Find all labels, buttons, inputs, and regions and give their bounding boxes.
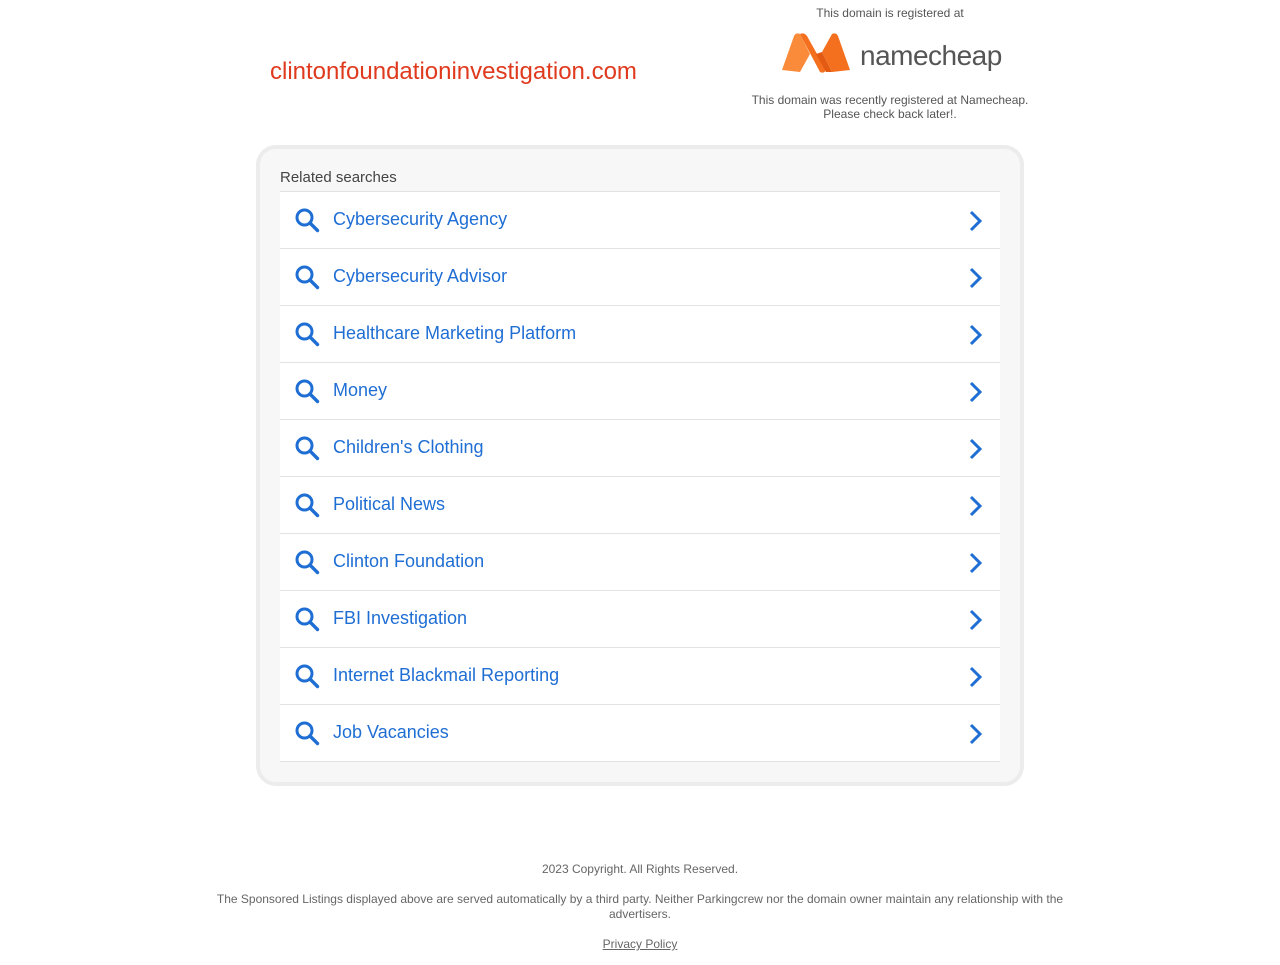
related-search-row[interactable]: FBI Investigation xyxy=(280,591,1000,648)
privacy-policy: Privacy Policy xyxy=(0,937,1280,951)
search-icon xyxy=(295,379,320,404)
related-search-row[interactable]: Clinton Foundation xyxy=(280,534,1000,591)
related-search-label[interactable]: Money xyxy=(333,380,387,401)
namecheap-logo-mark-icon xyxy=(782,33,850,73)
related-search-label[interactable]: FBI Investigation xyxy=(333,608,467,629)
registered-note: This domain was recently registered at N… xyxy=(740,93,1040,121)
search-icon xyxy=(295,550,320,575)
chevron-right-icon xyxy=(969,438,983,460)
namecheap-logo[interactable]: namecheap xyxy=(762,24,1020,86)
search-icon xyxy=(295,664,320,689)
related-search-row[interactable]: Healthcare Marketing Platform xyxy=(280,306,1000,363)
search-icon xyxy=(295,265,320,290)
registered-note-line1: This domain was recently registered at N… xyxy=(751,93,1029,107)
sponsored-disclaimer: The Sponsored Listings displayed above a… xyxy=(216,892,1064,921)
chevron-right-icon xyxy=(969,381,983,403)
related-search-label[interactable]: Internet Blackmail Reporting xyxy=(333,665,559,686)
related-search-row[interactable]: Cybersecurity Agency xyxy=(280,192,1000,249)
registered-at-label: This domain is registered at xyxy=(816,6,964,20)
chevron-right-icon xyxy=(969,666,983,688)
related-search-label[interactable]: Cybersecurity Agency xyxy=(333,209,507,230)
search-icon xyxy=(295,322,320,347)
related-search-label[interactable]: Healthcare Marketing Platform xyxy=(333,323,576,344)
chevron-right-icon xyxy=(969,723,983,745)
related-searches-list: Cybersecurity Agency Cybersecurity Adviso… xyxy=(280,191,1000,762)
registered-note-line2: Please check back later!. xyxy=(823,107,957,121)
related-searches-card: Related searches Cybersecurity Agency Cyb… xyxy=(256,145,1024,786)
related-search-row[interactable]: Internet Blackmail Reporting xyxy=(280,648,1000,705)
related-search-label[interactable]: Political News xyxy=(333,494,445,515)
related-searches-heading: Related searches xyxy=(280,169,397,186)
chevron-right-icon xyxy=(969,495,983,517)
page-header: clintonfoundationinvestigation.com This … xyxy=(0,0,1280,130)
related-search-label[interactable]: Job Vacancies xyxy=(333,722,449,743)
related-search-label[interactable]: Children's Clothing xyxy=(333,437,484,458)
related-search-row[interactable]: Money xyxy=(280,363,1000,420)
search-icon xyxy=(295,721,320,746)
search-icon xyxy=(295,436,320,461)
related-search-label[interactable]: Clinton Foundation xyxy=(333,551,484,572)
search-icon xyxy=(295,208,320,233)
chevron-right-icon xyxy=(969,609,983,631)
search-icon xyxy=(295,607,320,632)
privacy-policy-link[interactable]: Privacy Policy xyxy=(603,937,678,951)
chevron-right-icon xyxy=(969,210,983,232)
related-search-row[interactable]: Cybersecurity Advisor xyxy=(280,249,1000,306)
chevron-right-icon xyxy=(969,552,983,574)
copyright-text: 2023 Copyright. All Rights Reserved. xyxy=(541,862,739,876)
domain-name-title: clintonfoundationinvestigation.com xyxy=(270,58,637,85)
related-search-row[interactable]: Job Vacancies xyxy=(280,705,1000,762)
namecheap-logo-text: namecheap xyxy=(860,40,1002,71)
chevron-right-icon xyxy=(969,267,983,289)
related-search-row[interactable]: Children's Clothing xyxy=(280,420,1000,477)
related-search-row[interactable]: Political News xyxy=(280,477,1000,534)
related-search-label[interactable]: Cybersecurity Advisor xyxy=(333,266,507,287)
search-icon xyxy=(295,493,320,518)
chevron-right-icon xyxy=(969,324,983,346)
